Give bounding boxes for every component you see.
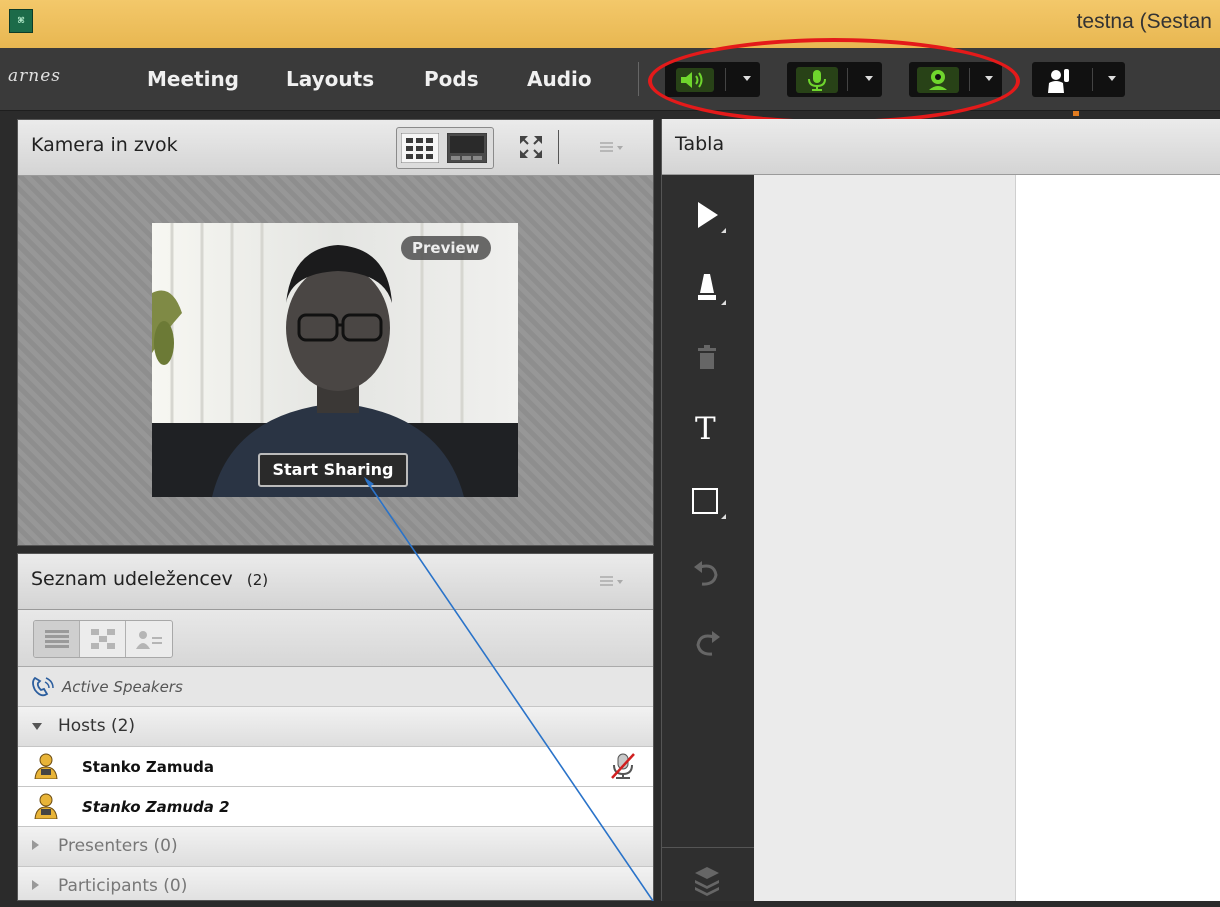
app-icon: ⌘ <box>9 9 33 33</box>
hosts-label: Hosts (2) <box>58 716 136 736</box>
view-toggle-group <box>33 620 173 658</box>
layers-button[interactable] <box>684 861 730 907</box>
hosts-group-header[interactable]: Hosts (2) <box>18 707 653 747</box>
pod-title: Seznam udeležencev (2) <box>31 568 268 590</box>
menu-pods[interactable]: Pods <box>424 67 479 91</box>
trash-icon <box>698 345 716 369</box>
host-user-icon <box>34 793 58 819</box>
host-user-icon <box>34 753 58 779</box>
chevron-down-icon[interactable] <box>1108 76 1116 81</box>
window-title: testna (Sestan <box>1076 10 1212 33</box>
start-sharing-button[interactable]: Start Sharing <box>258 453 408 487</box>
active-speakers-row: Active Speakers <box>18 667 653 707</box>
whiteboard-margin <box>754 175 1016 901</box>
pod-options-icon[interactable] <box>599 575 627 589</box>
redo-button[interactable] <box>684 621 730 667</box>
pod-header: Tabla <box>662 119 1220 175</box>
participants-label: Participants (0) <box>58 876 188 896</box>
toolbar-divider <box>662 847 754 848</box>
participants-group-header[interactable]: Participants (0) <box>18 867 653 900</box>
pod-options-icon[interactable] <box>599 141 627 155</box>
menu-layouts[interactable]: Layouts <box>286 67 374 91</box>
layers-icon <box>695 867 719 896</box>
text-tool-icon: T <box>695 411 716 447</box>
pod-header: Seznam udeležencev (2) <box>18 554 653 610</box>
mic-muted-icon[interactable] <box>610 752 636 780</box>
breakout-view-icon <box>91 629 115 649</box>
attendee-name: Stanko Zamuda <box>82 758 215 776</box>
list-view-icon <box>45 630 69 648</box>
status-control[interactable] <box>1032 62 1125 97</box>
whiteboard-toolbar: T <box>662 175 754 901</box>
pod-header: Kamera in zvok <box>18 120 653 176</box>
pod-title: Kamera in zvok <box>31 134 178 156</box>
presenters-label: Presenters (0) <box>58 836 178 856</box>
attendee-view-toolbar <box>18 610 653 667</box>
undo-icon <box>694 561 718 586</box>
list-view-button[interactable] <box>34 621 80 657</box>
phone-speaker-icon <box>32 676 54 697</box>
pod-title-text: Seznam udeležencev <box>31 568 233 590</box>
activity-indicator <box>1073 111 1079 116</box>
select-tool-button[interactable] <box>684 193 730 239</box>
whiteboard-pod: Tabla T <box>661 119 1220 901</box>
header-separator <box>558 130 559 164</box>
video-layout-toggle <box>396 127 494 169</box>
breakout-view-button[interactable] <box>80 621 126 657</box>
menu-audio[interactable]: Audio <box>527 67 592 91</box>
attendee-row[interactable]: Stanko Zamuda 2 <box>18 787 653 827</box>
status-view-button[interactable] <box>126 621 171 657</box>
grid-view-icon[interactable] <box>401 133 439 163</box>
single-view-icon[interactable] <box>447 133 487 163</box>
raise-hand-icon[interactable] <box>1042 67 1078 93</box>
status-view-icon <box>136 631 162 649</box>
preview-badge: Preview <box>401 236 491 260</box>
highlight-ellipse <box>648 38 1020 124</box>
fullscreen-icon[interactable] <box>518 134 544 160</box>
attendee-count: (2) <box>246 571 269 589</box>
shape-tool-button[interactable] <box>684 479 730 525</box>
undo-button[interactable] <box>684 551 730 597</box>
presenters-group-header[interactable]: Presenters (0) <box>18 827 653 867</box>
whiteboard-canvas[interactable] <box>1016 175 1220 901</box>
active-speakers-label: Active Speakers <box>62 678 183 696</box>
marker-tool-button[interactable] <box>684 265 730 311</box>
attendee-name: Stanko Zamuda 2 <box>82 798 230 816</box>
menu-meeting[interactable]: Meeting <box>147 67 239 91</box>
brand-logo: arnes <box>8 66 61 86</box>
text-tool-button[interactable]: T <box>684 407 730 453</box>
window-title-bar <box>0 0 1220 48</box>
delete-tool-button[interactable] <box>684 335 730 381</box>
collapse-arrow-icon[interactable] <box>32 723 42 730</box>
pod-title: Tabla <box>675 133 725 155</box>
expand-arrow-icon[interactable] <box>32 840 39 850</box>
attendee-row[interactable]: Stanko Zamuda <box>18 747 653 787</box>
attendee-list-pod: Seznam udeležencev (2) Active Speakers H… <box>17 553 654 901</box>
menu-separator <box>638 62 639 96</box>
expand-arrow-icon[interactable] <box>32 880 39 890</box>
redo-icon <box>696 631 720 656</box>
